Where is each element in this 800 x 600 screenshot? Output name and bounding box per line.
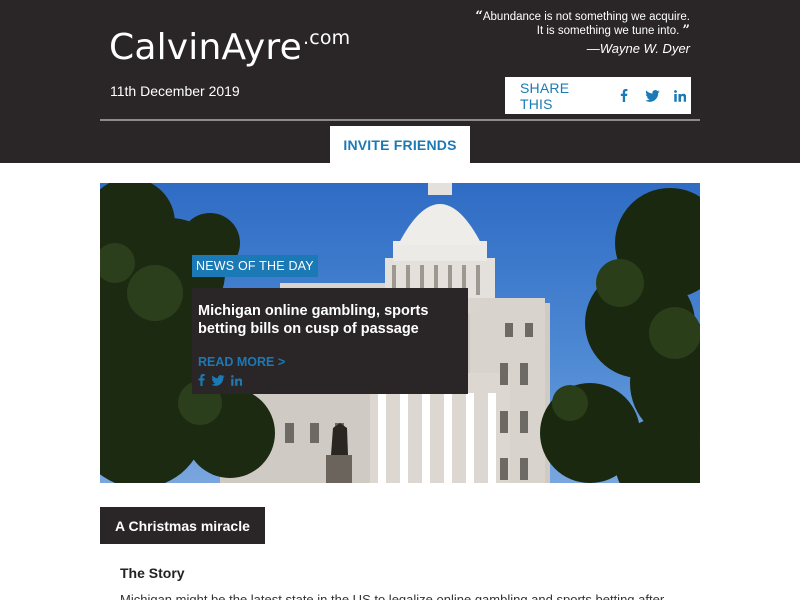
daily-quote: “Abundance is not something we acquire. … <box>430 10 690 56</box>
story-body-text: Michigan might be the latest state in th… <box>120 592 665 600</box>
facebook-icon[interactable] <box>613 86 635 106</box>
newsletter-date: 11th December 2019 <box>110 83 240 99</box>
logo-main-text: CalvinAyre <box>109 27 302 68</box>
headline-share-icons <box>198 374 468 386</box>
header-divider <box>100 119 700 121</box>
story-heading: The Story <box>120 565 185 581</box>
quote-line-1: Abundance is not something we acquire. <box>482 11 690 23</box>
quote-line-2: It is something we tune into. <box>536 25 680 37</box>
headline-title[interactable]: Michigan online gambling, sports betting… <box>198 302 460 338</box>
calvinayre-logo[interactable]: CalvinAyre.com <box>109 18 350 68</box>
twitter-icon[interactable] <box>642 86 664 106</box>
quote-close-mark: ” <box>682 23 690 38</box>
facebook-icon[interactable] <box>198 374 205 386</box>
email-header: CalvinAyre.com “Abundance is not somethi… <box>0 0 800 163</box>
linkedin-icon[interactable] <box>231 374 242 386</box>
hero-news-image[interactable]: NEWS OF THE DAY Michigan online gambling… <box>100 183 700 483</box>
section-title-tab: A Christmas miracle <box>100 507 265 544</box>
twitter-icon[interactable] <box>211 374 225 386</box>
share-box: SHARE THIS <box>505 77 691 114</box>
read-more-link[interactable]: READ MORE > <box>198 355 285 369</box>
quote-author: —Wayne W. Dyer <box>586 41 690 56</box>
invite-friends-button[interactable]: INVITE FRIENDS <box>330 126 470 163</box>
news-of-the-day-tag: NEWS OF THE DAY <box>192 255 318 277</box>
headline-card: Michigan online gambling, sports betting… <box>192 288 468 394</box>
share-label: SHARE THIS <box>520 79 570 112</box>
logo-suffix-text: .com <box>302 27 351 49</box>
quote-open-mark: “ <box>475 9 483 24</box>
linkedin-icon[interactable] <box>669 86 691 106</box>
